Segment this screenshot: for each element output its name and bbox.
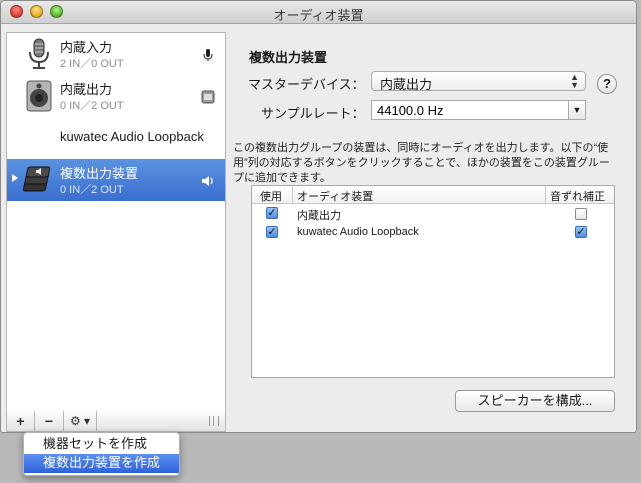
table-row: ✓ 内蔵出力 [252, 204, 614, 223]
device-name: 複数出力装置 [60, 166, 139, 181]
titlebar: オーディオ装置 [1, 1, 636, 24]
row-device-name: kuwatec Audio Loopback [297, 226, 419, 238]
device-item-builtin-output[interactable]: 内蔵出力 0 IN／2 OUT [7, 75, 225, 117]
finder-badge-icon [201, 90, 215, 104]
device-item-multi-output[interactable]: 複数出力装置 0 IN／2 OUT [7, 159, 225, 201]
device-name: 内蔵入力 [60, 40, 113, 55]
remove-device-button[interactable]: − [35, 411, 64, 431]
column-header-use[interactable]: 使用 [260, 188, 282, 204]
gear-menu-button[interactable]: ⚙ ▾ [64, 411, 97, 431]
sample-rate-combo[interactable]: ▼ [371, 100, 586, 120]
microphone-badge-icon [203, 49, 213, 61]
subdevice-table[interactable]: 使用 オーディオ装置 音ずれ補正 ✓ 内蔵出力 ✓ kuwatec Audio … [251, 185, 615, 378]
column-divider [292, 186, 293, 203]
device-io: 0 IN／2 OUT [60, 184, 124, 196]
use-checkbox[interactable]: ✓ [266, 207, 278, 219]
device-title: 複数出力装置 [249, 50, 328, 65]
sample-rate-label: サンプルレート： [261, 106, 365, 121]
microphone-icon [29, 38, 49, 69]
menu-item-create-multi-output[interactable]: 複数出力装置を作成 [24, 454, 179, 473]
audio-midi-window: オーディオ装置 内蔵入力 2 IN／0 OUT 内蔵出力 0 IN／2 OUT [0, 0, 637, 433]
disclosure-triangle-icon[interactable] [12, 174, 18, 182]
chevron-down-icon[interactable]: ▼ [568, 101, 585, 119]
help-button[interactable]: ? [597, 74, 617, 94]
resize-grip-icon[interactable] [209, 416, 219, 426]
column-divider [545, 186, 546, 203]
device-io: 2 IN／0 OUT [60, 58, 124, 70]
row-device-name: 内蔵出力 [297, 210, 341, 222]
add-device-button[interactable]: + [7, 411, 35, 431]
device-name: 内蔵出力 [60, 82, 113, 97]
configure-speakers-button[interactable]: スピーカーを構成... [455, 390, 615, 412]
add-device-menu: 機器セットを作成 複数出力装置を作成 [23, 432, 180, 476]
device-item-loopback[interactable]: kuwatec Audio Loopback [7, 117, 225, 159]
device-list[interactable]: 内蔵入力 2 IN／0 OUT 内蔵出力 0 IN／2 OUT kuwatec … [6, 32, 226, 412]
device-item-builtin-input[interactable]: 内蔵入力 2 IN／0 OUT [7, 33, 225, 75]
master-device-popup[interactable]: 内蔵出力 ▲ ▼ [371, 71, 586, 92]
master-device-label: マスターデバイス： [248, 77, 365, 92]
aggregate-device-icon [23, 166, 51, 192]
device-name: kuwatec Audio Loopback [60, 129, 204, 144]
use-checkbox[interactable]: ✓ [266, 226, 278, 238]
updown-arrows-icon: ▲ ▼ [570, 72, 579, 90]
column-header-device[interactable]: オーディオ装置 [297, 188, 373, 204]
table-header: 使用 オーディオ装置 音ずれ補正 [252, 186, 614, 204]
drift-checkbox[interactable]: ✓ [575, 226, 587, 238]
volume-icon [202, 176, 213, 186]
column-header-drift[interactable]: 音ずれ補正 [550, 188, 605, 204]
master-device-value: 内蔵出力 [380, 77, 433, 92]
drift-checkbox[interactable] [575, 208, 587, 220]
device-io: 0 IN／2 OUT [60, 100, 124, 112]
sample-rate-field[interactable] [377, 103, 557, 118]
sidebar-toolbar: + − ⚙ ▾ [6, 411, 226, 432]
table-row: ✓ kuwatec Audio Loopback ✓ [252, 223, 614, 242]
window-title: オーディオ装置 [273, 8, 364, 23]
speaker-icon [26, 80, 52, 112]
menu-item-create-aggregate[interactable]: 機器セットを作成 [24, 435, 179, 454]
description-text: この複数出力グループの装置は、同時にオーディオを出力します。以下の“使用”列の対… [233, 142, 610, 184]
